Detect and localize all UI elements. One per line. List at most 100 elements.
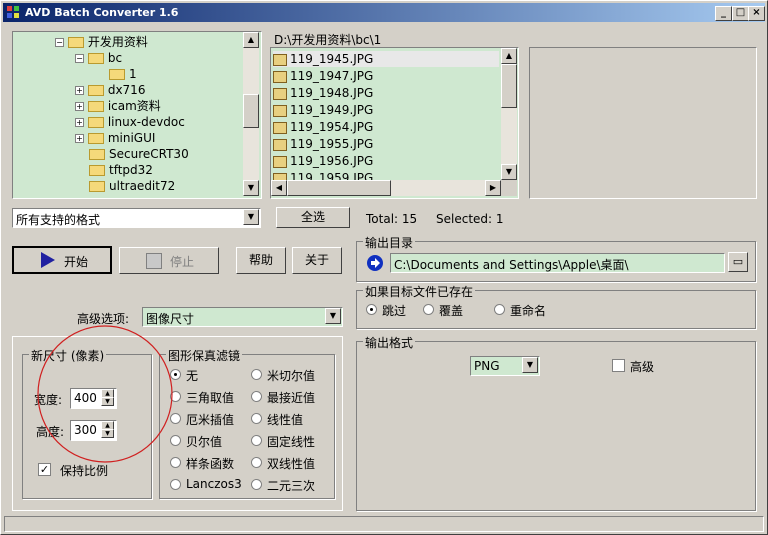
maximize-icon[interactable]: □ (732, 6, 749, 21)
rename-radio[interactable] (494, 304, 505, 315)
output-format-group: 输出格式 PNG ▼ 高级 (356, 334, 756, 511)
scroll-down-icon[interactable]: ▼ (501, 164, 517, 180)
format-select[interactable]: PNG ▼ (470, 356, 540, 376)
advanced-label: 高级选项: (77, 312, 130, 326)
collapse-icon[interactable]: − (75, 54, 84, 63)
preview-pane (529, 47, 757, 199)
filter-radio[interactable] (251, 457, 262, 468)
folder-icon (87, 53, 104, 64)
file-item[interactable]: 119_1959.JPG (273, 170, 373, 180)
if-exists-group: 如果目标文件已存在 跳过 覆盖 重命名 (356, 283, 756, 329)
filter-radio[interactable] (251, 391, 262, 402)
collapse-icon[interactable]: − (55, 38, 64, 47)
tree-item[interactable]: tftpd32 (89, 162, 153, 178)
new-size-label: 新尺寸 (像素) (29, 347, 107, 364)
filter-radio[interactable] (170, 413, 181, 424)
scroll-left-icon[interactable]: ◀ (271, 180, 287, 196)
advanced-format-checkbox[interactable] (612, 359, 625, 372)
minimize-icon[interactable]: _ (715, 6, 732, 21)
folder-icon (89, 165, 105, 176)
folder-icon (87, 101, 104, 112)
total-count: Total: 15 (366, 212, 418, 226)
start-button[interactable]: 开始 (12, 246, 112, 274)
skip-radio[interactable] (366, 304, 377, 315)
scroll-thumb[interactable] (243, 94, 259, 128)
help-button[interactable]: 帮助 (236, 247, 286, 274)
stop-button[interactable]: 停止 (119, 247, 219, 274)
scroll-thumb[interactable] (287, 180, 391, 196)
keep-ratio-label: 保持比例 (60, 464, 109, 478)
tree-scrollbar[interactable]: ▲ ▼ (243, 32, 259, 196)
filter-radio[interactable] (170, 391, 181, 402)
tree-item[interactable]: − 开发用资料 (55, 34, 148, 50)
file-item[interactable]: 119_1955.JPG (273, 136, 373, 152)
file-item[interactable]: 119_1954.JPG (273, 119, 373, 135)
scroll-thumb[interactable] (501, 64, 517, 108)
tree-item[interactable]: + linux-devdoc (75, 114, 185, 130)
status-bar (4, 516, 764, 532)
expand-icon[interactable]: + (75, 86, 84, 95)
filter-radio-none[interactable] (170, 369, 181, 380)
filter-radio[interactable] (251, 479, 262, 490)
image-file-icon (273, 121, 287, 134)
filter-radio[interactable] (170, 479, 181, 490)
rename-label: 重命名 (510, 304, 547, 318)
filter-radio[interactable] (251, 413, 262, 424)
tree-item[interactable]: ultraedit72 (89, 178, 175, 194)
tree-item[interactable]: + icam资料 (75, 98, 161, 114)
file-item[interactable]: 119_1945.JPG (273, 51, 499, 67)
chevron-down-icon[interactable]: ▼ (325, 308, 341, 324)
format-filter-select[interactable]: 所有支持的格式 ▼ (12, 208, 261, 228)
filter-radio[interactable] (251, 435, 262, 446)
folder-icon (87, 117, 104, 128)
keep-ratio-checkbox[interactable]: ✓ (38, 463, 51, 476)
tree-item[interactable]: + dx716 (75, 82, 145, 98)
about-button[interactable]: 关于 (292, 247, 342, 274)
file-vscrollbar[interactable]: ▲ ▼ (501, 48, 517, 180)
expand-icon[interactable]: + (75, 102, 84, 111)
tree-item[interactable]: 1 (109, 66, 137, 82)
file-item[interactable]: 119_1949.JPG (273, 102, 373, 118)
height-label: 高度: (36, 425, 65, 439)
file-hscrollbar[interactable]: ◀ ▶ (271, 180, 501, 196)
chevron-down-icon[interactable]: ▼ (522, 357, 538, 373)
select-all-button[interactable]: 全选 (276, 207, 350, 228)
filter-radio[interactable] (170, 435, 181, 446)
selected-count: Selected: 1 (436, 212, 504, 226)
close-icon[interactable]: × (748, 6, 765, 21)
folder-icon (67, 37, 84, 48)
folder-icon (109, 69, 125, 80)
folder-tree[interactable]: − 开发用资料 − bc 1 + dx716 + icam资料 + linux-… (12, 31, 262, 199)
file-item[interactable]: 119_1956.JPG (273, 153, 373, 169)
spin-down-icon[interactable]: ▼ (101, 397, 114, 406)
advanced-format-label: 高级 (630, 360, 655, 374)
tree-item[interactable]: + miniGUI (75, 130, 155, 146)
spin-down-icon[interactable]: ▼ (101, 429, 114, 438)
file-item[interactable]: 119_1948.JPG (273, 85, 373, 101)
overwrite-label: 覆盖 (439, 304, 464, 318)
width-input[interactable]: 400 ▲ ▼ (70, 388, 117, 409)
file-item[interactable]: 119_1947.JPG (273, 68, 373, 84)
advanced-select[interactable]: 图像尺寸 ▼ (142, 307, 343, 327)
output-dir-field[interactable]: C:\Documents and Settings\Apple\桌面\ (390, 253, 725, 273)
overwrite-radio[interactable] (423, 304, 434, 315)
filter-radio[interactable] (170, 457, 181, 468)
output-format-label: 输出格式 (363, 334, 416, 351)
scroll-up-icon[interactable]: ▲ (501, 48, 517, 64)
expand-icon[interactable]: + (75, 134, 84, 143)
filter-radio[interactable] (251, 369, 262, 380)
browse-folder-icon[interactable]: ▭ (728, 252, 748, 272)
stop-icon (146, 253, 162, 269)
title-bar[interactable]: AVD Batch Converter 1.6 _ □ × (3, 3, 765, 22)
main-window: AVD Batch Converter 1.6 _ □ × − 开发用资料 − … (0, 0, 768, 535)
scroll-up-icon[interactable]: ▲ (243, 32, 259, 48)
chevron-down-icon[interactable]: ▼ (243, 209, 259, 225)
scroll-right-icon[interactable]: ▶ (485, 180, 501, 196)
width-label: 宽度: (34, 393, 63, 407)
tree-item[interactable]: SecureCRT30 (89, 146, 189, 162)
file-list[interactable]: 119_1945.JPG 119_1947.JPG 119_1948.JPG 1… (270, 47, 519, 199)
height-input[interactable]: 300 ▲ ▼ (70, 420, 117, 441)
tree-item[interactable]: − bc (75, 50, 122, 66)
scroll-down-icon[interactable]: ▼ (243, 180, 259, 196)
expand-icon[interactable]: + (75, 118, 84, 127)
